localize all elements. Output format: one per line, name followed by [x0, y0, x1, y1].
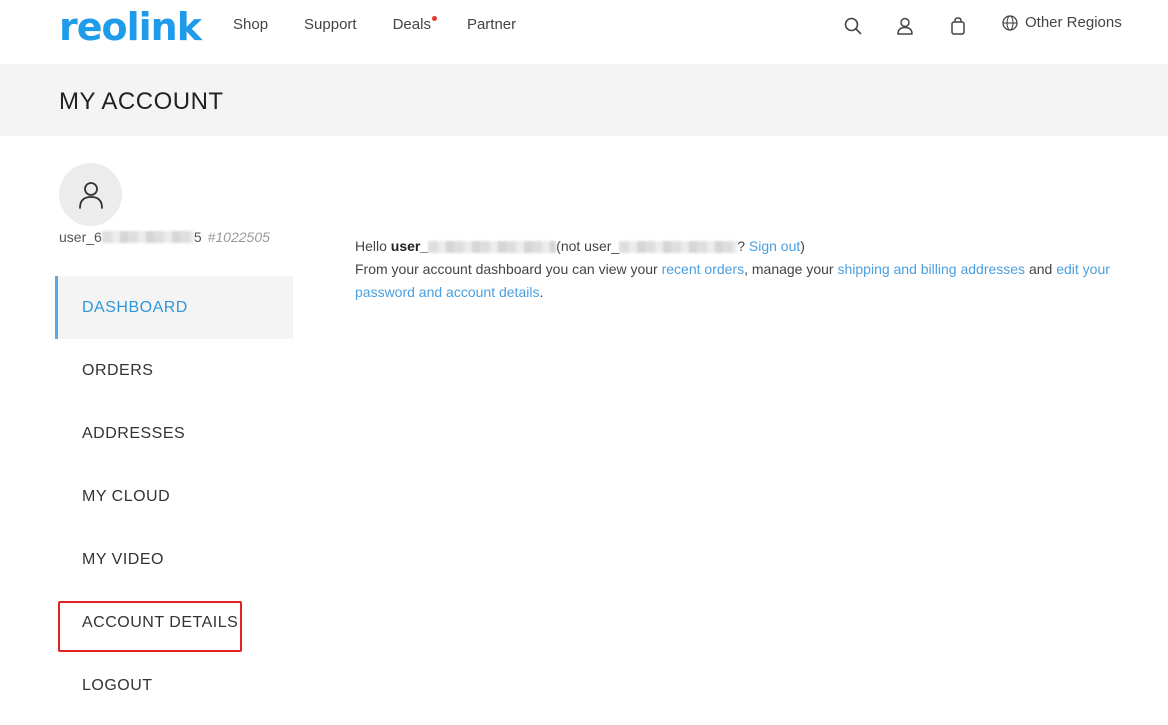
greeting-line: Hello user_ (not user_? Sign out): [355, 235, 1150, 258]
search-icon[interactable]: [843, 14, 863, 38]
account-menu: DASHBOARD ORDERS ADDRESSES MY CLOUD MY V…: [55, 276, 293, 717]
desc-period: .: [539, 284, 544, 300]
menu-orders-label: ORDERS: [82, 361, 154, 379]
menu-account-details-label: ACCOUNT DETAILS: [82, 613, 239, 631]
greeting-username: user_: [390, 238, 429, 254]
menu-my-cloud-label: MY CLOUD: [82, 487, 171, 505]
username-prefix: user_6: [59, 229, 102, 245]
page-title: MY ACCOUNT: [59, 88, 224, 115]
menu-dashboard[interactable]: DASHBOARD: [55, 276, 293, 339]
user-icon[interactable]: [895, 14, 915, 38]
menu-orders[interactable]: ORDERS: [55, 339, 293, 402]
menu-addresses-label: ADDRESSES: [82, 424, 186, 442]
user-id: #1022505: [207, 229, 270, 245]
nav-shop[interactable]: Shop: [233, 16, 268, 34]
dashboard-description: From your account dashboard you can view…: [355, 258, 1150, 304]
greeting-username-redacted: [428, 241, 557, 254]
main-nav: Shop Support Deals Partner: [233, 16, 552, 34]
menu-my-video[interactable]: MY VIDEO: [55, 528, 293, 591]
username-redacted: [101, 231, 194, 243]
desc-text-c: and: [1025, 261, 1057, 277]
nav-shop-label: Shop: [233, 16, 269, 33]
avatar: [59, 163, 122, 226]
menu-account-details[interactable]: ACCOUNT DETAILS: [55, 591, 293, 654]
site-header: reolink Shop Support Deals Partner Other…: [0, 0, 1168, 64]
menu-my-video-label: MY VIDEO: [82, 550, 164, 568]
reolink-logo[interactable]: reolink: [59, 6, 202, 48]
dashboard-content: Hello user_ (not user_? Sign out) From yo…: [355, 235, 1150, 304]
title-band: MY ACCOUNT: [0, 64, 1168, 136]
region-label: Other Regions: [1025, 14, 1122, 31]
menu-logout[interactable]: LOGOUT: [55, 654, 293, 717]
nav-partner[interactable]: Partner: [467, 16, 516, 34]
menu-dashboard-label: DASHBOARD: [82, 298, 188, 316]
nav-partner-label: Partner: [466, 16, 517, 33]
nav-deals-label: Deals: [392, 16, 431, 33]
nav-deals[interactable]: Deals: [392, 16, 437, 34]
username-tail: 5: [193, 229, 202, 245]
menu-logout-label: LOGOUT: [82, 676, 153, 694]
nav-support[interactable]: Support: [304, 16, 357, 34]
recent-orders-link[interactable]: recent orders: [662, 261, 744, 277]
region-selector[interactable]: Other Regions: [1002, 14, 1122, 31]
deals-badge-dot: [431, 16, 437, 21]
user-avatar-icon: [78, 181, 103, 209]
not-user-text: (not user_: [556, 238, 620, 254]
question-mark: ?: [737, 238, 749, 254]
sign-out-link[interactable]: Sign out: [749, 238, 800, 254]
close-paren: ): [800, 238, 805, 254]
not-user-redacted: [619, 241, 738, 254]
cart-icon[interactable]: [948, 14, 968, 38]
menu-my-cloud[interactable]: MY CLOUD: [55, 465, 293, 528]
globe-icon: [1002, 14, 1018, 31]
desc-text-b: , manage your: [744, 261, 838, 277]
hello-text: Hello: [355, 238, 391, 254]
nav-support-label: Support: [304, 16, 357, 33]
menu-addresses[interactable]: ADDRESSES: [55, 402, 293, 465]
desc-text-a: From your account dashboard you can view…: [355, 261, 662, 277]
user-identity: user_6 5 #1022505: [59, 229, 270, 245]
addresses-link[interactable]: shipping and billing addresses: [837, 261, 1025, 277]
